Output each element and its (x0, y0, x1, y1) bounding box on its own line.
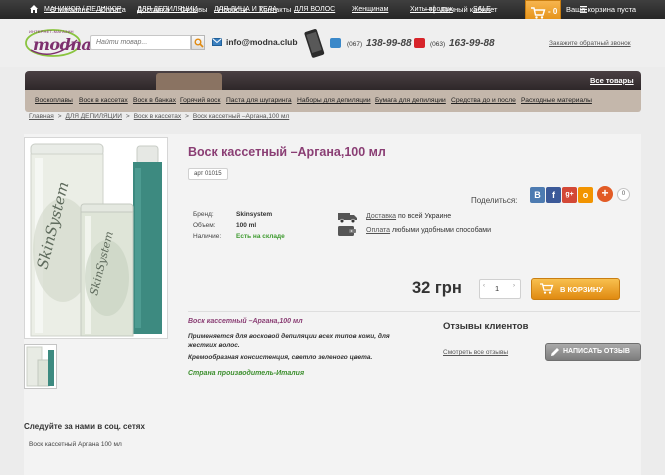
menu-face-body[interactable]: ДЛЯ ЛИЦА И ТЕЛА (214, 6, 277, 13)
spec-volume-key: Объем: (193, 222, 216, 229)
description-title: Воск кассетный –Аргана,100 мл (188, 318, 303, 325)
product-thumbnail-photo (25, 345, 56, 388)
logo[interactable]: modna (33, 35, 92, 54)
submenu-depilation-paper[interactable]: Бумага для депиляции (375, 97, 446, 104)
product-thumbnail[interactable] (24, 344, 57, 389)
product-title: Воск кассетный –Аргана,100 мл (188, 145, 386, 159)
share-label: Поделиться: (471, 196, 518, 205)
menu-women[interactable]: Женщинам (352, 6, 388, 13)
spec-brand-value: Skinsystem (236, 211, 273, 218)
kyivstar-icon (330, 38, 341, 48)
share-vk-button[interactable]: B (530, 187, 545, 203)
share-count: 0 (617, 188, 630, 201)
truck-icon (338, 213, 357, 223)
qty-increase-button[interactable]: › (513, 283, 515, 289)
spec-volume-value: 100 ml (236, 222, 257, 229)
quantity-field[interactable]: 1 (495, 284, 499, 293)
list-icon (580, 6, 587, 13)
delivery-info: Доставка по всей Украине (366, 213, 452, 220)
menu-bestsellers[interactable]: Хиты продаж (410, 6, 453, 13)
qty-decrease-button[interactable]: ‹ (483, 283, 485, 289)
email-link[interactable]: info@modna.club (226, 37, 298, 47)
submenu-depilation-kits[interactable]: Наборы для депиляции (297, 97, 371, 104)
phone2-code: (063) (430, 41, 446, 48)
spec-stock-key: Наличие: (193, 233, 222, 240)
submenu-sugaring-paste[interactable]: Паста для шугаринга (226, 97, 292, 104)
share-more-button[interactable]: + (597, 186, 613, 202)
phone1-code: (067) (347, 41, 363, 48)
mail-icon (212, 38, 222, 46)
search-input[interactable] (90, 35, 191, 50)
share-google-button[interactable]: g+ (562, 187, 577, 203)
stock-status: Есть на складе (236, 233, 285, 240)
smartphone-icon (304, 29, 325, 58)
follow-us-title: Следуйте за нами в соц. сетях (24, 422, 145, 431)
submenu-wax-heaters[interactable]: Воскоплавы (35, 97, 73, 104)
cart-count: - 0 (548, 7, 558, 16)
menu-hair[interactable]: ДЛЯ ВОЛОС (294, 6, 335, 13)
menu-manicure[interactable]: МАНИКЮР / ПЕДИКЮР (44, 6, 122, 13)
menu-depilation[interactable]: ДЛЯ ДЕПИЛЯЦИИ (137, 6, 198, 13)
footer-product-tag: Воск кассетный Аргана 100 мл (29, 441, 122, 448)
submenu-wax-cassettes[interactable]: Воск в кассетах (79, 97, 128, 104)
reviews-title: Отзывы клиентов (443, 321, 529, 332)
submenu-consumables[interactable]: Расходные материалы (521, 97, 592, 104)
breadcrumb-current[interactable]: Воск кассетный –Аргана,100 мл (193, 113, 289, 120)
add-to-cart-label[interactable]: В КОРЗИНУ (560, 285, 603, 294)
payment-link[interactable]: Оплата (366, 227, 390, 234)
breadcrumb: Главная > ДЛЯ ДЕПИЛЯЦИИ > Воск в кассетах > Во… (29, 113, 290, 120)
menu-active-tab (156, 73, 222, 90)
payment-info: Оплата любыми удобными способами (366, 227, 492, 234)
sku-badge: арт 01015 (188, 168, 228, 180)
breadcrumb-home[interactable]: Главная (29, 113, 54, 120)
share-ok-button[interactable]: o (578, 187, 593, 203)
submenu-wax-jars[interactable]: Воск в банках (133, 97, 176, 104)
submenu-before-after[interactable]: Средства до и после (451, 97, 516, 104)
phone2-number[interactable]: 163-99-88 (449, 38, 495, 49)
pencil-icon (551, 348, 559, 356)
cart-icon (531, 7, 546, 19)
share-facebook-button[interactable]: f (546, 187, 561, 203)
all-reviews-link[interactable]: Смотреть все отзывы (443, 349, 508, 356)
phone1-number[interactable]: 138-99-88 (366, 38, 412, 49)
search-icon (194, 38, 204, 48)
submenu-hot-wax[interactable]: Горячий воск (180, 97, 220, 104)
wallet-icon (338, 226, 356, 236)
logo-tagline: ИНТЕРНЕТ-МАГАЗИН (29, 29, 74, 34)
cart-icon (540, 283, 554, 294)
description-consistency: Кремообразная консистенция, светло зелен… (188, 354, 373, 361)
price: 32 грн (412, 279, 462, 297)
search-button[interactable] (191, 35, 205, 50)
breadcrumb-cassettes[interactable]: Воск в кассетах (134, 113, 181, 120)
product-photo: SkinSystem SkinSystem (25, 138, 167, 338)
description-text: Применяется для восковой депиляции всех … (188, 333, 390, 349)
quantity-stepper (479, 279, 521, 299)
home-icon[interactable] (29, 4, 39, 14)
mts-icon (414, 38, 425, 48)
main-menu (25, 71, 641, 90)
product-image[interactable]: SkinSystem SkinSystem (24, 137, 168, 339)
write-review-label[interactable]: НАПИСАТЬ ОТЗЫВ (563, 348, 630, 355)
spec-brand-key: Бренд: (193, 211, 214, 218)
menu-sale[interactable]: SALE (473, 6, 491, 13)
divider (188, 311, 640, 312)
breadcrumb-depilation[interactable]: ДЛЯ ДЕПИЛЯЦИИ (66, 113, 122, 120)
cart-status[interactable]: Ваша корзина пуста (566, 5, 636, 14)
description-origin: Страна производитель-Италия (188, 370, 305, 377)
callback-link[interactable]: Закажите обратный звонок (549, 40, 631, 47)
all-goods-link[interactable]: Все товары (590, 76, 634, 85)
delivery-link[interactable]: Доставка (366, 213, 396, 220)
